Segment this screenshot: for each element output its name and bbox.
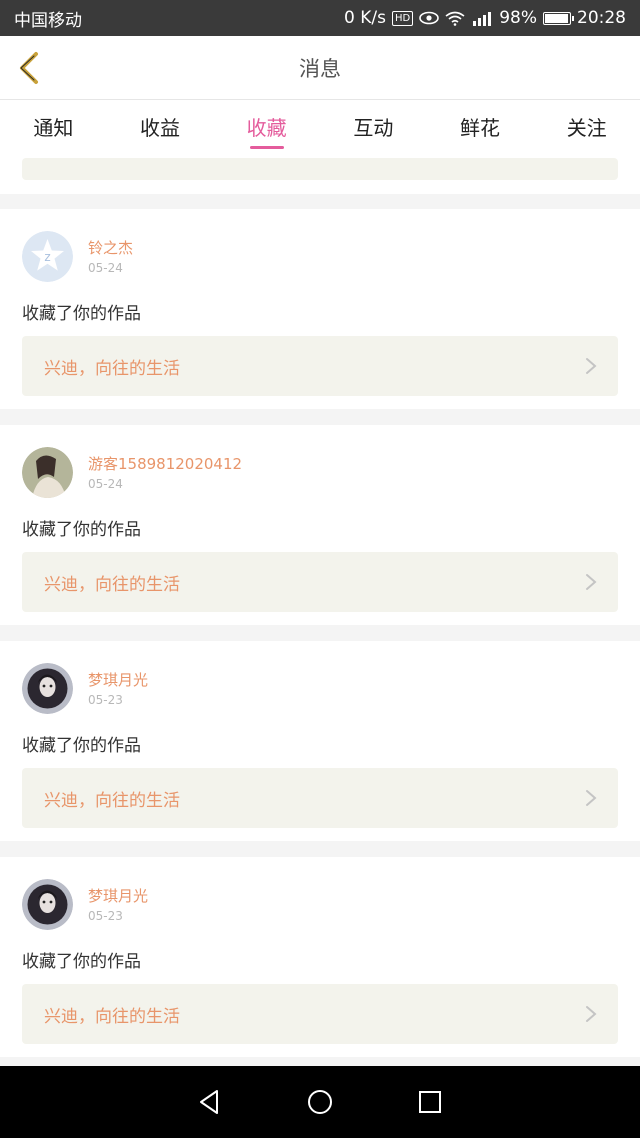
home-circle-icon[interactable] [305,1087,335,1117]
tab-bar: 通知 收益 收藏 互动 鲜花 关注 [0,100,640,158]
message-date: 05-24 [88,477,123,491]
work-link[interactable]: 兴迪，向往的生活 [22,552,618,612]
tab-notifications[interactable]: 通知 [0,100,107,158]
tab-interactions[interactable]: 互动 [320,100,427,158]
page-title: 消息 [299,56,341,81]
message-text: 收藏了你的作品 [22,736,141,756]
battery-fill [545,13,569,23]
user-photo-icon [22,879,73,930]
message-card: z 铃之杰 05-24 收藏了你的作品 兴迪，向往的生活 [0,209,640,409]
eye-icon [419,11,440,25]
work-title: 兴迪，向往的生活 [44,1007,180,1027]
username[interactable]: 梦琪月光 [88,885,148,906]
clock: 20:28 [577,8,626,28]
message-date: 05-23 [88,909,123,923]
message-text: 收藏了你的作品 [22,520,141,540]
message-list: z 铃之杰 05-24 收藏了你的作品 兴迪，向往的生活 游客158981202… [0,158,640,1066]
work-title: 兴迪，向往的生活 [44,575,180,595]
header-bar: 消息 [0,36,640,100]
work-title: 兴迪，向往的生活 [44,359,180,379]
system-nav-bar [0,1066,640,1138]
tab-flowers[interactable]: 鲜花 [427,100,534,158]
message-text: 收藏了你的作品 [22,304,141,324]
network-speed: 0 K/s [344,8,386,28]
chevron-right-icon [586,790,597,806]
chevron-left-icon [20,52,38,84]
username[interactable]: 铃之杰 [88,237,133,258]
message-date: 05-24 [88,261,123,275]
work-link[interactable]: 兴迪，向往的生活 [22,768,618,828]
previous-work-link[interactable] [22,158,618,180]
tab-follows[interactable]: 关注 [533,100,640,158]
carrier-label: 中国移动 [14,10,82,31]
message-text: 收藏了你的作品 [22,952,141,972]
chevron-right-icon [586,358,597,374]
user-photo-icon [22,663,73,714]
battery-percent: 98% [499,8,537,28]
signal-icon [471,11,493,26]
work-title: 兴迪，向往的生活 [44,791,180,811]
username[interactable]: 游客1589812020412 [88,453,242,474]
avatar[interactable] [22,879,73,930]
chevron-right-icon [586,574,597,590]
avatar[interactable]: z [22,231,73,282]
avatar[interactable] [22,663,73,714]
previous-card-fragment [0,158,640,194]
tab-favorites[interactable]: 收藏 [213,100,320,158]
message-card: 梦琪月光 05-23 收藏了你的作品 兴迪，向往的生活 [0,857,640,1057]
avatar[interactable] [22,447,73,498]
work-link[interactable]: 兴迪，向往的生活 [22,336,618,396]
default-avatar-icon: z [22,231,73,282]
message-card: 梦琪月光 05-23 收藏了你的作品 兴迪，向往的生活 [0,641,640,841]
status-bar: 中国移动 0 K/s HD 98% 20:28 [0,0,640,36]
back-triangle-icon[interactable] [195,1087,225,1117]
tab-earnings[interactable]: 收益 [107,100,214,158]
back-button[interactable] [12,50,48,86]
battery-icon [543,11,574,25]
svg-text:z: z [44,250,50,264]
message-card: 游客1589812020412 05-24 收藏了你的作品 兴迪，向往的生活 [0,425,640,625]
user-photo-icon [22,447,73,498]
recents-square-icon[interactable] [415,1087,445,1117]
wifi-icon [445,11,465,26]
hd-icon: HD [391,10,414,26]
username[interactable]: 梦琪月光 [88,669,148,690]
chevron-right-icon [586,1006,597,1022]
message-date: 05-23 [88,693,123,707]
status-indicators: 0 K/s HD 98% 20:28 [344,8,626,28]
work-link[interactable]: 兴迪，向往的生活 [22,984,618,1044]
